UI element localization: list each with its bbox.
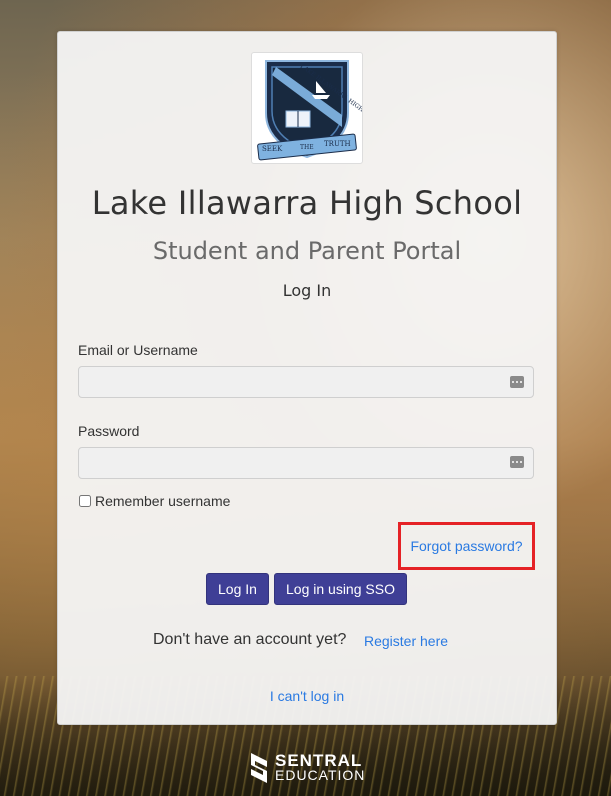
remember-checkbox[interactable] xyxy=(79,495,91,507)
cant-login-container: I can't log in xyxy=(58,688,556,704)
cant-login-link[interactable]: I can't log in xyxy=(270,688,344,704)
school-crest-logo: LAKE ILLAWARRA HIGH SCHOOL SEEK THE TRUT… xyxy=(251,52,389,164)
portal-name-heading: Student and Parent Portal xyxy=(152,237,462,265)
school-name-heading: Lake Illawarra High School xyxy=(91,184,523,222)
forgot-password-highlight: Forgot password? xyxy=(398,522,535,570)
crest-logo-icon: LAKE ILLAWARRA HIGH SCHOOL SEEK THE TRUT… xyxy=(257,60,389,161)
forgot-password-link[interactable]: Forgot password? xyxy=(410,538,522,554)
crest-motto-3: TRUTH xyxy=(324,140,351,148)
register-link[interactable]: Register here xyxy=(364,633,448,649)
email-label: Email or Username xyxy=(78,342,198,358)
remember-label[interactable]: Remember username xyxy=(95,493,230,509)
sso-login-button[interactable]: Log in using SSO xyxy=(274,573,407,605)
crest-motto-2: THE xyxy=(300,144,314,151)
crest-motto-1: SEEK xyxy=(262,145,283,153)
footer-brand-line1: SENTRAL xyxy=(275,751,363,770)
login-title: Log In xyxy=(282,281,332,300)
sentral-logo-icon xyxy=(251,753,267,783)
password-manager-icon[interactable] xyxy=(510,456,524,468)
login-button[interactable]: Log In xyxy=(206,573,269,605)
login-card: LAKE ILLAWARRA HIGH SCHOOL SEEK THE TRUT… xyxy=(57,31,557,725)
password-manager-icon[interactable] xyxy=(510,376,524,388)
email-field[interactable] xyxy=(78,366,534,398)
password-label: Password xyxy=(78,423,140,439)
remember-username: Remember username xyxy=(78,493,230,509)
sentral-footer-logo: SENTRAL EDUCATION xyxy=(247,751,365,785)
password-field[interactable] xyxy=(78,447,534,479)
footer-brand-line2: EDUCATION xyxy=(275,767,366,783)
no-account-text: Don't have an account yet? xyxy=(153,631,347,648)
